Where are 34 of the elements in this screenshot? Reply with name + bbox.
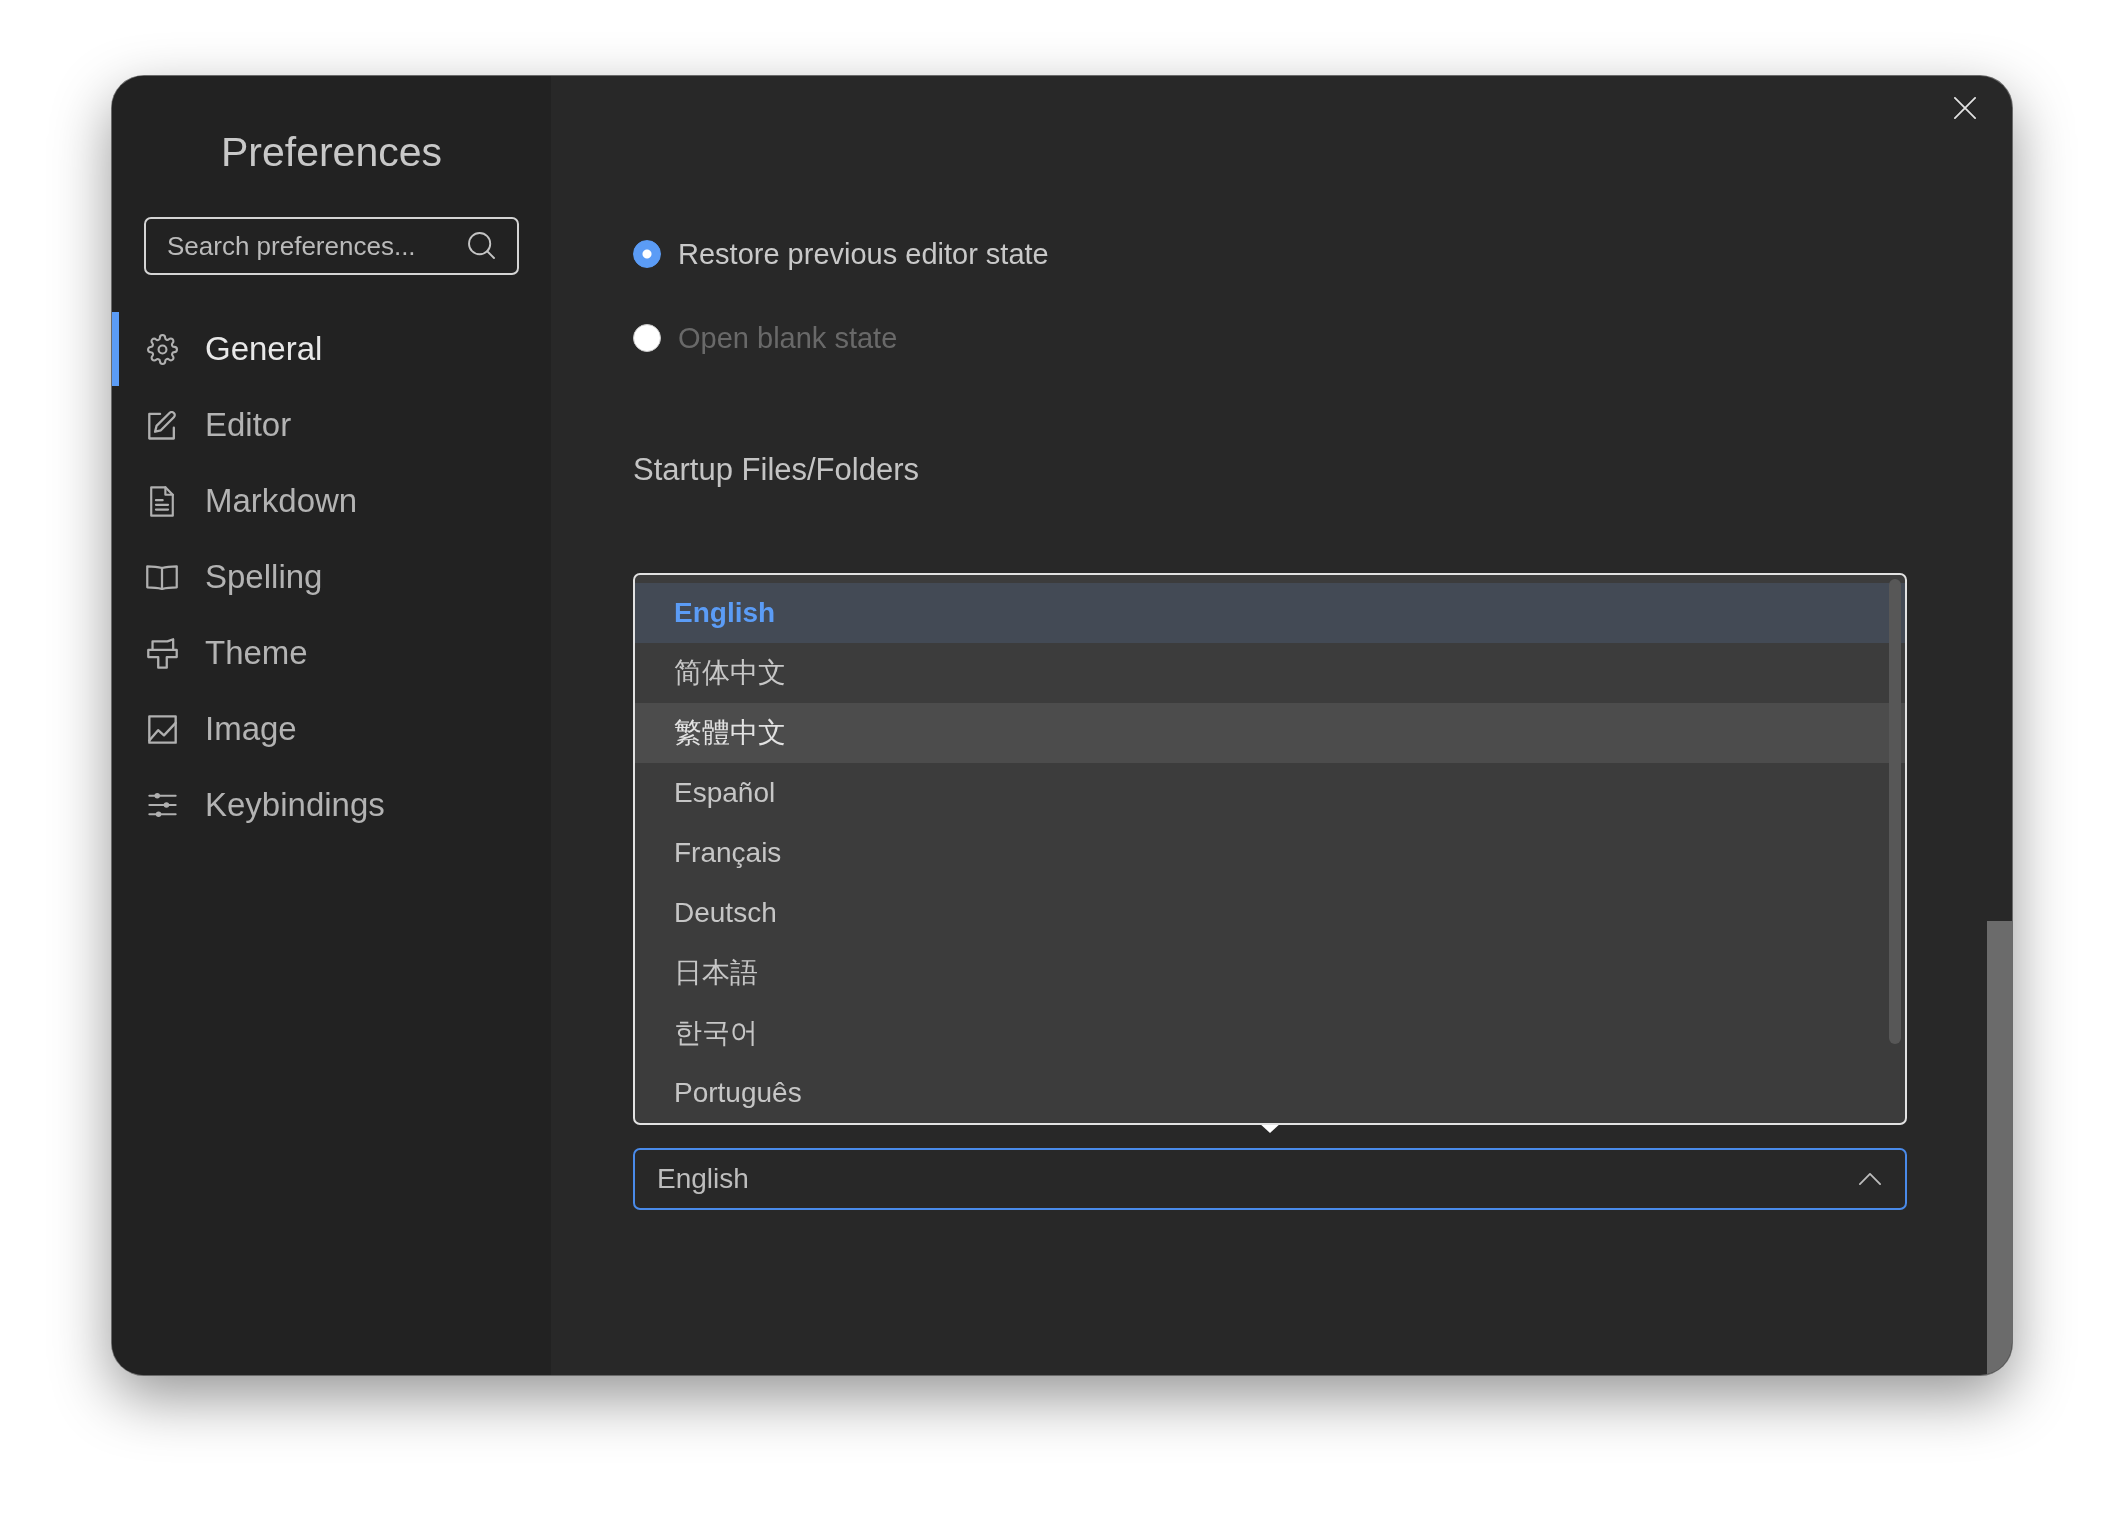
sliders-icon [147,792,177,818]
dropdown-option[interactable]: Deutsch [635,883,1905,943]
sidebar-item[interactable]: Keybindings [112,768,385,842]
dropdown-option[interactable]: Español [635,763,1905,823]
sidebar-item[interactable]: Image [112,692,297,766]
dropdown-option[interactable]: 简体中文 [635,643,1905,703]
dropdown-option[interactable]: Português [635,1063,1905,1123]
sidebar-item[interactable]: Theme [112,616,308,690]
scrollbar-thumb[interactable] [1889,579,1901,1044]
sidebar-item[interactable]: General [112,312,323,386]
document-icon [150,485,174,517]
radio-button[interactable] [633,240,661,268]
sidebar-item[interactable]: Spelling [112,540,323,614]
radio-button[interactable] [633,324,661,352]
dropdown-option[interactable]: 日本語 [635,943,1905,1003]
gear-icon [146,333,178,365]
language-select[interactable]: English [633,1148,1907,1210]
dropdown-option[interactable]: 繁體中文 [635,703,1905,763]
book-icon [146,564,178,590]
chevron-up-icon [1859,1173,1881,1185]
dropdown-option[interactable]: 한국어 [635,1003,1905,1063]
search-icon[interactable] [468,232,495,259]
pencil-square-icon [148,410,176,440]
section-heading: Startup Files/Folders [633,451,919,489]
sidebar-title: Preferences [220,128,443,177]
dropdown-option[interactable]: Français [635,823,1905,883]
scrollbar-thumb[interactable] [1987,921,2012,1375]
image-icon [147,714,177,744]
sidebar-item[interactable]: Editor [112,388,292,462]
option-label[interactable]: Restore previous editor state [678,237,1049,271]
sidebar-item[interactable]: Markdown [112,464,358,538]
paint-roller-icon [146,637,178,669]
search-field[interactable]: Search preferences... [144,217,519,275]
close-icon[interactable] [1954,97,1976,119]
